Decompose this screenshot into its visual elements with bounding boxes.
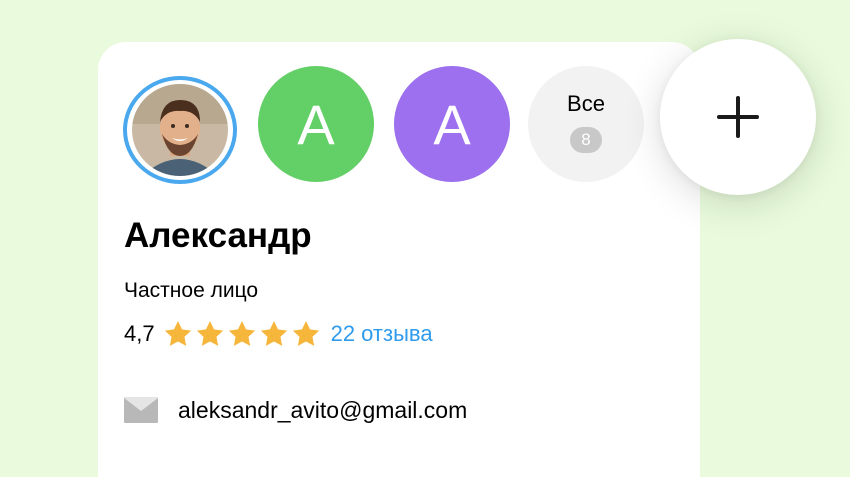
rating-value: 4,7 [124, 321, 155, 346]
star-icon [292, 320, 319, 346]
avatar-current-user[interactable] [123, 76, 237, 184]
star-icon [228, 320, 255, 346]
email-row: aleksandr_avito@gmail.com [124, 392, 467, 428]
star-icon [164, 320, 191, 346]
all-accounts-label: Все [567, 91, 605, 116]
accounts-count-badge: 8 [570, 127, 602, 153]
email-text: aleksandr_avito@gmail.com [178, 396, 468, 423]
avatar-letter: A [297, 92, 335, 156]
avatar-letter: A [433, 92, 471, 156]
all-accounts-button[interactable]: Все 8 [528, 66, 644, 182]
avatar-account-a-green[interactable]: A [258, 66, 374, 182]
reviews-link[interactable]: 22 отзыва [331, 321, 433, 347]
avatar-account-a-purple[interactable]: A [394, 66, 510, 182]
add-account-button[interactable] [660, 39, 816, 195]
rating-stars [163, 320, 321, 348]
seller-type: Частное лицо [124, 279, 259, 302]
star-icon [260, 320, 287, 346]
rating-row: 4,7 22 отзыва [124, 318, 433, 350]
avatar-photo [132, 84, 228, 176]
profile-name: Александр [124, 216, 312, 255]
envelope-icon [124, 397, 158, 423]
star-icon [196, 320, 223, 346]
plus-icon [717, 96, 759, 138]
